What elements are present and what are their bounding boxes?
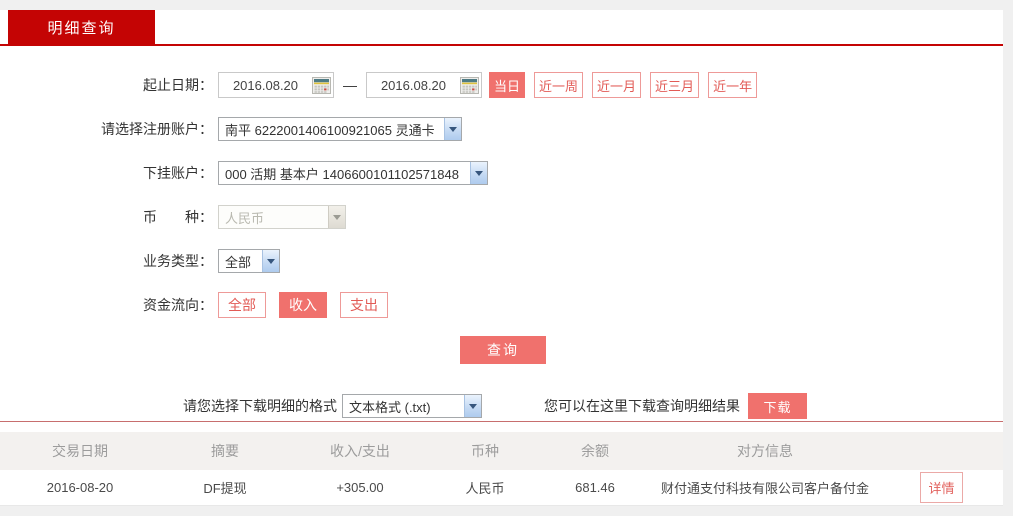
- tab-detail-query[interactable]: 明细查询: [8, 10, 155, 44]
- quick-range-today-button[interactable]: 当日: [489, 72, 526, 98]
- currency-label: 币 种：: [143, 209, 213, 225]
- quick-range-month-button[interactable]: 近一月: [592, 72, 642, 98]
- header-amount: 收入/支出: [330, 443, 390, 459]
- sub-account-label: 下挂账户：: [143, 165, 213, 181]
- cell-date: 2016-08-20: [46, 480, 114, 495]
- fund-direction-row: 资金流向： 全部 收入 支出: [0, 292, 1003, 318]
- download-format-value: 文本格式 (.txt): [349, 399, 431, 415]
- header-balance: 余额: [581, 443, 609, 459]
- fund-direction-expense-button[interactable]: 支出: [340, 292, 388, 318]
- sub-account-select[interactable]: 000 活期 基本户 1406600101102571848: [218, 161, 488, 185]
- cell-amount: +305.00: [336, 480, 384, 495]
- calendar-icon[interactable]: [312, 76, 331, 94]
- table-top-divider: [0, 421, 1003, 422]
- sub-account-value: 000 活期 基本户 1406600101102571848: [225, 166, 459, 182]
- register-account-label: 请选择注册账户：: [101, 121, 213, 137]
- query-button[interactable]: 查询: [460, 336, 546, 364]
- cell-currency: 人民币: [465, 481, 505, 496]
- chevron-down-icon: [444, 118, 461, 140]
- date-range-label: 起止日期：: [143, 77, 213, 93]
- business-type-value: 全部: [225, 254, 252, 270]
- cell-summary: DF提现: [203, 481, 247, 496]
- table-row: 2016-08-20 DF提现 +305.00 人民币 681.46 财付通支付…: [0, 470, 1003, 506]
- cell-balance: 681.46: [575, 480, 615, 495]
- header-summary: 摘要: [211, 443, 239, 459]
- cell-counterparty: 财付通支付科技有限公司客户备付金: [660, 481, 869, 496]
- table-header-row: 交易日期 摘要 收入/支出 币种 余额 对方信息: [0, 432, 1003, 470]
- header-counterparty: 对方信息: [737, 443, 793, 459]
- business-type-select[interactable]: 全部: [218, 249, 280, 273]
- header-currency: 币种: [471, 443, 499, 459]
- start-date-input[interactable]: 2016.08.20: [218, 72, 334, 98]
- date-range-row: 起止日期： 2016.08.20 — 2016.08.20 当日 近一周 近一月…: [0, 72, 1003, 98]
- header-date: 交易日期: [52, 443, 108, 459]
- download-format-label: 请您选择下载明细的格式: [183, 398, 337, 414]
- date-separator: —: [343, 77, 357, 93]
- chevron-down-icon: [262, 250, 279, 272]
- sub-account-row: 下挂账户： 000 活期 基本户 1406600101102571848: [0, 160, 1003, 186]
- download-hint: 您可以在这里下载查询明细结果: [544, 398, 740, 414]
- download-row: 请您选择下载明细的格式 文本格式 (.txt) 您可以在这里下载查询明细结果 下…: [0, 393, 1003, 419]
- register-account-row: 请选择注册账户： 南平 6222001406100921065 灵通卡: [0, 116, 1003, 142]
- business-type-label: 业务类型：: [143, 253, 213, 269]
- calendar-icon[interactable]: [460, 76, 479, 94]
- chevron-down-icon: [328, 206, 345, 228]
- currency-select: 人民币: [218, 205, 346, 229]
- quick-range-quarter-button[interactable]: 近三月: [650, 72, 700, 98]
- register-account-value: 南平 6222001406100921065 灵通卡: [225, 122, 435, 138]
- tab-label: 明细查询: [47, 19, 116, 37]
- end-date-value: 2016.08.20: [380, 77, 447, 93]
- end-date-input[interactable]: 2016.08.20: [366, 72, 482, 98]
- detail-button[interactable]: 详情: [920, 472, 963, 503]
- download-format-select[interactable]: 文本格式 (.txt): [342, 394, 482, 418]
- register-account-select[interactable]: 南平 6222001406100921065 灵通卡: [218, 117, 462, 141]
- fund-direction-income-button[interactable]: 收入: [279, 292, 327, 318]
- business-type-row: 业务类型： 全部: [0, 248, 1003, 274]
- chevron-down-icon: [470, 162, 487, 184]
- currency-value: 人民币: [225, 210, 265, 226]
- download-button[interactable]: 下载: [748, 393, 807, 419]
- start-date-value: 2016.08.20: [232, 77, 299, 93]
- fund-direction-label: 资金流向：: [143, 297, 213, 313]
- query-form: 起止日期： 2016.08.20 — 2016.08.20 当日 近一周 近一月…: [0, 46, 1003, 506]
- main-panel: 明细查询 起止日期： 2016.08.20 — 2016.08.20 当日 近一…: [0, 10, 1003, 506]
- quick-range-year-button[interactable]: 近一年: [708, 72, 758, 98]
- fund-direction-all-button[interactable]: 全部: [218, 292, 266, 318]
- currency-row: 币 种： 人民币: [0, 204, 1003, 230]
- chevron-down-icon: [464, 395, 481, 417]
- quick-range-week-button[interactable]: 近一周: [534, 72, 584, 98]
